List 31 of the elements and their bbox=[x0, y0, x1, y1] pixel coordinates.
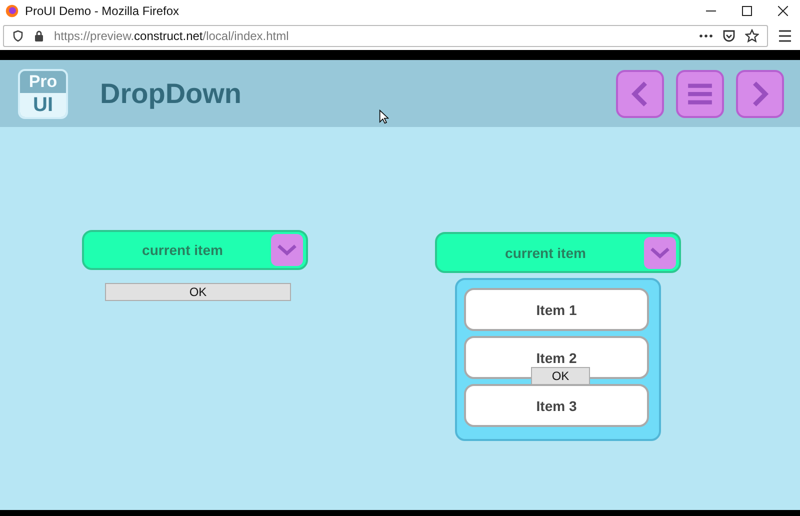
lock-icon bbox=[33, 30, 45, 42]
shield-icon bbox=[12, 30, 24, 42]
menu-button[interactable] bbox=[676, 70, 724, 118]
dropdown-toggle[interactable] bbox=[271, 234, 303, 266]
back-button[interactable] bbox=[616, 70, 664, 118]
ok-button[interactable]: OK bbox=[105, 283, 291, 301]
browser-logo-icon bbox=[5, 4, 19, 18]
chevron-down-icon bbox=[650, 246, 670, 258]
url-text: https://preview.construct.net/local/index.html bbox=[54, 29, 289, 43]
list-item[interactable]: Item 1 bbox=[464, 288, 649, 331]
menu-icon bbox=[686, 82, 714, 104]
close-icon[interactable] bbox=[778, 6, 788, 16]
forward-button[interactable] bbox=[736, 70, 784, 118]
chevron-down-icon bbox=[277, 244, 297, 256]
dropdown[interactable]: current item bbox=[82, 230, 308, 270]
pocket-icon[interactable] bbox=[722, 29, 736, 43]
maximize-icon[interactable] bbox=[742, 6, 752, 16]
chevron-left-icon bbox=[631, 80, 649, 108]
dropdown[interactable]: current item bbox=[435, 232, 681, 273]
chevron-right-icon bbox=[751, 80, 769, 108]
window-title: ProUI Demo - Mozilla Firefox bbox=[25, 4, 180, 18]
logo: Pro UI bbox=[18, 68, 68, 118]
list-item[interactable]: Item 3 bbox=[464, 384, 649, 427]
dropdown-toggle[interactable] bbox=[644, 236, 676, 268]
star-icon[interactable] bbox=[745, 29, 759, 43]
menu-icon[interactable] bbox=[778, 30, 792, 42]
more-icon[interactable] bbox=[699, 34, 713, 38]
mouse-cursor-icon bbox=[379, 109, 389, 125]
page-title: DropDown bbox=[100, 78, 242, 110]
address-bar[interactable]: https://preview.construct.net/local/index.html bbox=[3, 25, 768, 47]
ok-button[interactable]: OK bbox=[531, 367, 590, 385]
